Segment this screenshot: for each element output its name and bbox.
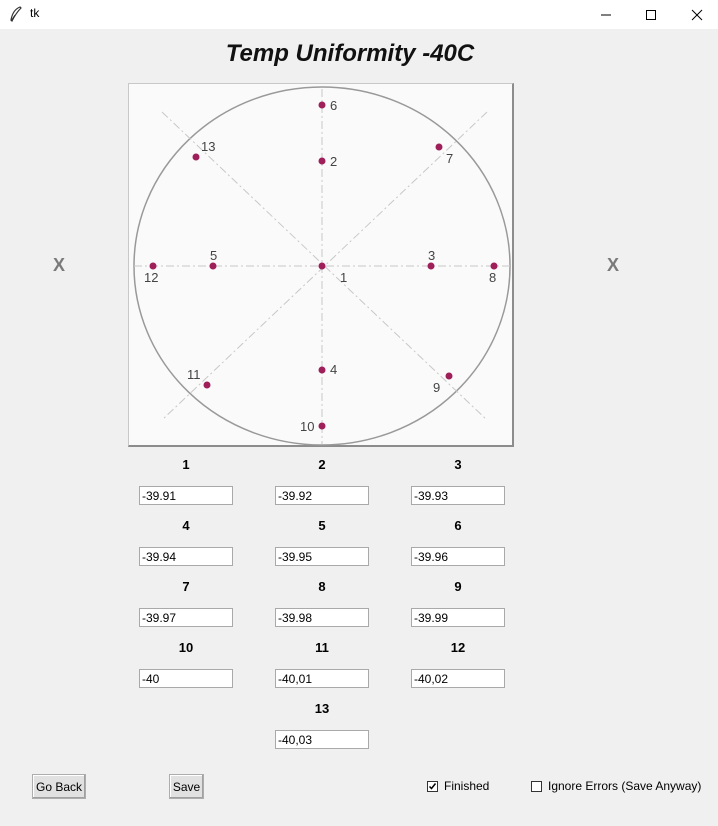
minimize-button[interactable] bbox=[583, 0, 629, 29]
minimize-icon bbox=[601, 14, 611, 15]
sensor-point-label-9: 9 bbox=[433, 380, 440, 395]
sensor-point-2 bbox=[318, 157, 326, 165]
reading-input-13[interactable] bbox=[275, 730, 369, 749]
window-titlebar: tk bbox=[0, 0, 718, 29]
sensor-point-label-12: 12 bbox=[144, 270, 158, 285]
reading-input-1[interactable] bbox=[139, 486, 233, 505]
sensor-point-label-1: 1 bbox=[340, 270, 347, 285]
finished-checkbox[interactable]: Finished bbox=[427, 779, 489, 793]
reading-label-2: 2 bbox=[318, 457, 326, 472]
reading-input-9[interactable] bbox=[411, 608, 505, 627]
left-x-marker: X bbox=[53, 255, 66, 275]
diagram-canvas: 12345678910111213 bbox=[133, 86, 511, 446]
reading-input-6[interactable] bbox=[411, 547, 505, 566]
reading-label-3: 3 bbox=[454, 457, 462, 472]
reading-input-5[interactable] bbox=[275, 547, 369, 566]
reading-input-3[interactable] bbox=[411, 486, 505, 505]
reading-label-6: 6 bbox=[454, 518, 462, 533]
sensor-point-label-8: 8 bbox=[489, 270, 496, 285]
sensor-point-label-6: 6 bbox=[330, 98, 337, 113]
sensor-point-label-10: 10 bbox=[300, 419, 314, 434]
close-icon bbox=[691, 9, 703, 20]
sensor-point-4 bbox=[318, 366, 326, 374]
sensor-point-10 bbox=[318, 422, 326, 430]
ignore-errors-label: Ignore Errors (Save Anyway) bbox=[548, 779, 702, 793]
feather-icon bbox=[10, 6, 22, 22]
maximize-icon bbox=[646, 9, 656, 20]
reading-label-13: 13 bbox=[314, 701, 330, 716]
go-back-button[interactable]: Go Back bbox=[32, 774, 86, 799]
sensor-point-3 bbox=[427, 262, 435, 270]
sensor-point-9 bbox=[445, 372, 453, 380]
sensor-point-label-11: 11 bbox=[187, 367, 201, 382]
sensor-point-12 bbox=[149, 262, 157, 270]
reading-label-11: 11 bbox=[315, 640, 329, 655]
reading-input-11[interactable] bbox=[275, 669, 369, 688]
finished-checkbox-box[interactable] bbox=[427, 780, 438, 792]
reading-input-10[interactable] bbox=[139, 669, 233, 688]
sensor-point-7 bbox=[435, 143, 443, 151]
ignore-errors-checkbox-box[interactable] bbox=[531, 780, 542, 792]
save-button[interactable]: Save bbox=[169, 774, 204, 799]
checkmark-icon bbox=[428, 782, 437, 790]
reading-input-4[interactable] bbox=[139, 547, 233, 566]
reading-label-1: 1 bbox=[182, 457, 190, 472]
reading-label-8: 8 bbox=[318, 579, 326, 594]
close-button[interactable] bbox=[674, 0, 718, 29]
reading-label-4: 4 bbox=[182, 518, 190, 533]
maximize-button[interactable] bbox=[628, 0, 674, 29]
sensor-point-11 bbox=[203, 381, 211, 389]
reading-input-2[interactable] bbox=[275, 486, 369, 505]
sensor-point-label-7: 7 bbox=[446, 151, 453, 166]
sensor-point-5 bbox=[209, 262, 217, 270]
sensor-point-8 bbox=[490, 262, 498, 270]
reading-label-10: 10 bbox=[178, 640, 194, 655]
sensor-point-label-4: 4 bbox=[330, 362, 337, 377]
reading-label-7: 7 bbox=[182, 579, 190, 594]
right-x-marker: X bbox=[607, 255, 620, 275]
reading-input-7[interactable] bbox=[139, 608, 233, 627]
finished-label: Finished bbox=[444, 779, 490, 793]
reading-label-5: 5 bbox=[318, 518, 326, 533]
window-title: tk bbox=[30, 6, 40, 20]
reading-label-12: 12 bbox=[450, 640, 466, 655]
sensor-position-diagram: 1 2 3 4 5 6 7 8 9 10 11 12 13 bbox=[128, 83, 514, 447]
reading-input-12[interactable] bbox=[411, 669, 505, 688]
sensor-point-label-2: 2 bbox=[330, 154, 337, 169]
sensor-point-6 bbox=[318, 101, 326, 109]
reading-label-9: 9 bbox=[454, 579, 462, 594]
ignore-errors-checkbox[interactable]: Ignore Errors (Save Anyway) bbox=[531, 779, 701, 793]
reading-input-8[interactable] bbox=[275, 608, 369, 627]
sensor-point-1 bbox=[318, 262, 326, 270]
sensor-point-13 bbox=[192, 153, 200, 161]
sensor-point-label-5: 5 bbox=[210, 248, 217, 263]
sensor-point-label-3: 3 bbox=[428, 248, 435, 263]
page-title: Temp Uniformity -40C bbox=[225, 40, 475, 67]
sensor-point-label-13: 13 bbox=[201, 139, 215, 154]
